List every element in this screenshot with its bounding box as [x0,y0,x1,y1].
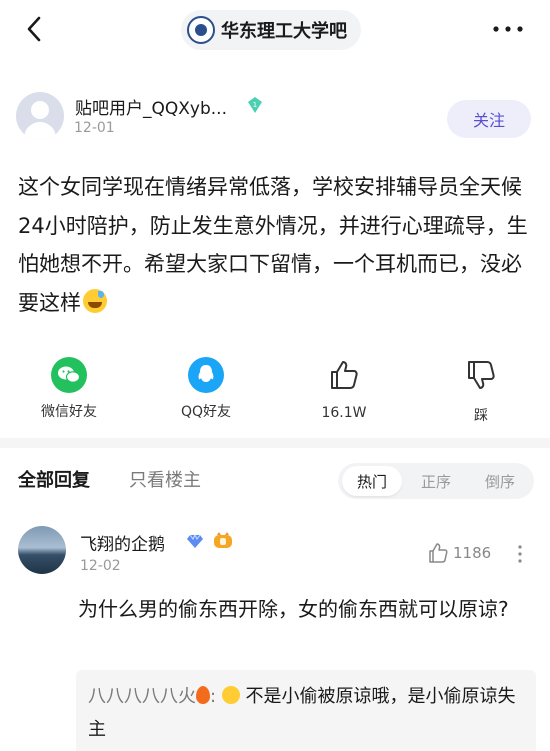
post-body: 这个女同学现在情绪异常低落，学校安排辅导员全天候24小时陪护，防止发生意外情况，… [18,168,534,322]
diamond-badge-icon [187,533,203,548]
avatar[interactable] [18,526,66,574]
author-name[interactable]: 贴吧用户_QQXyb... [75,94,227,119]
thumbs-down-icon [468,361,495,389]
fan-badge-icon [214,532,232,548]
dislike-label: 踩 [474,408,488,424]
smile-emoji-icon [221,686,240,704]
share-qq-button[interactable]: QQ好友 [151,353,261,421]
wechat-icon [51,357,87,393]
post-author: 贴吧用户_QQXyb... 1 12-01 关注 [0,86,550,146]
share-wechat-label: 微信好友 [41,404,97,420]
post-actions: 微信好友 QQ好友 16.1W 踩 [0,353,550,425]
level-badge-icon: 1 [248,97,262,113]
forum-header-button[interactable]: 华东理工大学吧 [181,10,361,50]
comment-text: 为什么男的偷东西开除，女的偷东西就可以原谅? [78,597,509,621]
tab-owner-only[interactable]: 只看楼主 [129,466,201,492]
level-number: 1 [253,101,257,109]
forum-name: 华东理工大学吧 [221,21,347,42]
sort-ascending-button[interactable]: 正序 [406,466,466,496]
thumbs-up-icon [331,361,358,389]
fire-emoji-icon [196,686,210,704]
sort-toggle: 热门 正序 倒序 [338,463,534,499]
share-wechat-button[interactable]: 微信好友 [14,353,124,421]
sub-reply-user[interactable]: 八八八八八火 [88,686,196,707]
grinning-sweat-emoji-icon [83,288,107,313]
top-bar: 华东理工大学吧 [0,0,550,62]
qq-icon [188,357,224,393]
thumbs-up-icon[interactable] [427,542,449,564]
comment-item: 飞翔的企鹅 12-02 1186 为什么男的偷东西开除，女的偷东西就可以原谅? … [0,520,550,751]
avatar[interactable] [16,92,64,140]
more-vertical-icon[interactable] [512,542,528,566]
post-date: 12-01 [74,120,115,136]
sub-reply-separator: : [210,686,217,707]
comment-date: 12-02 [80,558,121,574]
reply-tabs: 全部回复 只看楼主 热门 正序 倒序 [0,458,550,506]
dislike-button[interactable]: 踩 [426,353,536,425]
forum-logo-icon [187,16,215,44]
sub-reply[interactable]: 八八八八八火: 不是小偷被原谅哦，是小偷原谅失主 [76,670,536,751]
section-divider [0,438,550,448]
tab-all-replies[interactable]: 全部回复 [18,466,90,492]
sort-descending-button[interactable]: 倒序 [470,466,530,496]
comment-author-name[interactable]: 飞翔的企鹅 [80,530,165,555]
more-horizontal-icon[interactable] [488,12,528,46]
chevron-left-icon[interactable] [18,12,52,46]
like-button[interactable]: 16.1W [289,353,399,421]
sub-reply-text: 八八八八八火: 不是小偷被原谅哦，是小偷原谅失主 [88,680,528,746]
share-qq-label: QQ好友 [180,404,232,420]
sort-hot-button[interactable]: 热门 [342,466,402,496]
like-count: 16.1W [321,405,367,421]
follow-button[interactable]: 关注 [447,100,531,138]
comment-like-count: 1186 [453,544,492,562]
